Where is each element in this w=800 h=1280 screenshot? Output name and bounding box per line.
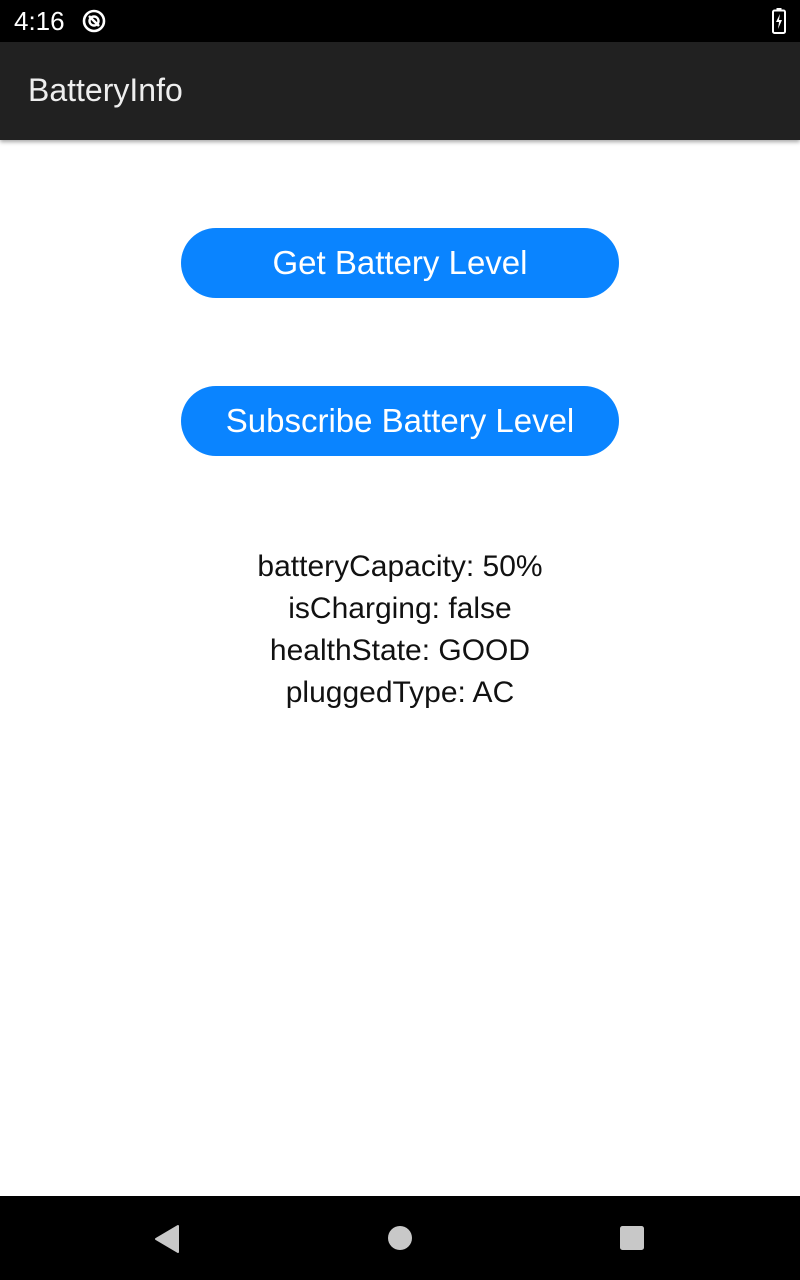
health-state-text: healthState: GOOD [269,634,531,667]
get-battery-level-button[interactable]: Get Battery Level [181,228,619,298]
app-notification-icon [82,9,106,33]
is-charging-text: isCharging: false [288,592,512,625]
status-time: 4:16 [14,6,65,36]
recents-square-icon[interactable] [619,1225,645,1251]
screen: 4:16 BatteryInfo Get Battery Level Subsc… [0,0,800,1280]
app-bar: BatteryInfo [0,42,800,140]
status-bar: 4:16 [0,0,800,42]
navigation-bar [0,1196,800,1280]
subscribe-battery-level-button[interactable]: Subscribe Battery Level [181,386,619,456]
battery-info: batteryCapacity: 50% isCharging: false h… [0,546,800,714]
plugged-type-text: pluggedType: AC [285,676,515,709]
app-title: BatteryInfo [28,72,183,108]
battery-capacity-text: batteryCapacity: 50% [257,550,543,583]
home-circle-icon[interactable] [387,1225,413,1251]
battery-charging-icon [772,8,786,34]
back-triangle-icon[interactable] [154,1224,180,1254]
